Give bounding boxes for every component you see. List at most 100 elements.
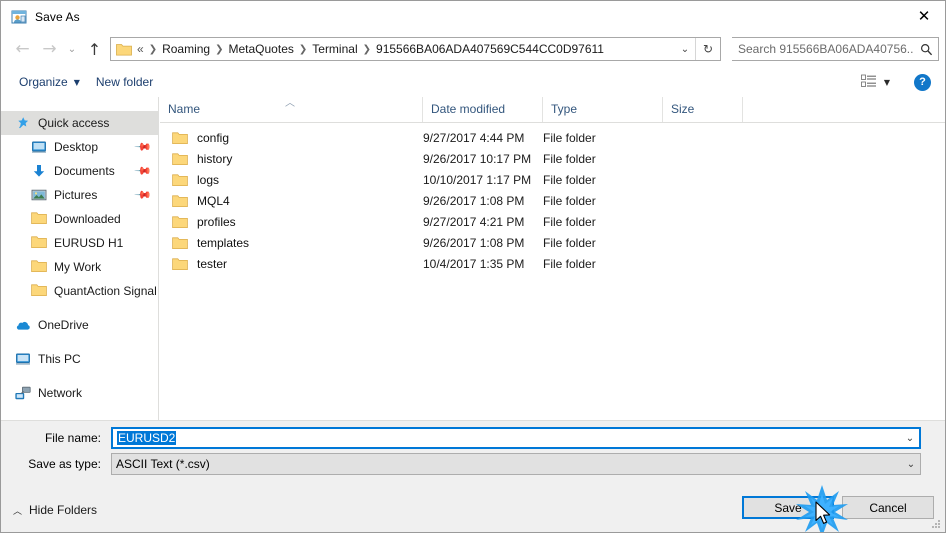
pictures-icon [31, 187, 47, 203]
organize-button[interactable]: Organize ▼ [11, 71, 88, 93]
file-date-modified: 9/26/2017 10:17 PM [423, 151, 532, 166]
file-date-modified: 10/4/2017 1:35 PM [423, 256, 525, 271]
close-icon: ✕ [917, 6, 931, 25]
file-type: File folder [543, 172, 596, 187]
breadcrumb-overflow[interactable]: « [134, 40, 148, 58]
search-box[interactable]: Search 915566BA06ADA40756... [732, 37, 939, 61]
breadcrumb-item-metaquotes[interactable]: MetaQuotes [225, 40, 298, 58]
close-button[interactable]: ✕ [901, 1, 945, 31]
up-one-level-icon[interactable]: ↑ [81, 37, 108, 63]
folder-icon [172, 194, 188, 208]
onedrive-icon [15, 317, 31, 333]
sidebar-item-label: QuantAction Signal [54, 284, 157, 298]
address-bar[interactable]: « ❯ Roaming ❯ MetaQuotes ❯ Terminal ❯ 91… [110, 37, 721, 61]
back-icon[interactable]: ← [9, 37, 36, 63]
sidebar-item-documents[interactable]: Documents 📌 [1, 159, 158, 183]
sidebar-item-this-pc[interactable]: This PC [1, 347, 158, 371]
desktop-icon [31, 139, 47, 155]
sidebar-item-pictures[interactable]: Pictures 📌 [1, 183, 158, 207]
save-button[interactable]: Save [742, 496, 834, 519]
sort-ascending-caret-icon: ︿ [285, 98, 295, 109]
table-row[interactable]: config 9/27/2017 4:44 PM File folder [160, 127, 945, 148]
save-as-window-icon [11, 9, 27, 25]
file-name-value: EURUSD2 [113, 431, 901, 445]
sidebar-item-label: Desktop [54, 140, 99, 154]
breadcrumb-item-roaming[interactable]: Roaming [158, 40, 214, 58]
save-as-type-row: Save as type: ASCII Text (*.csv) ⌄ [1, 453, 921, 475]
folder-icon [31, 235, 47, 251]
file-date-modified: 9/27/2017 4:44 PM [423, 130, 525, 145]
documents-icon [31, 163, 47, 179]
chevron-down-icon[interactable]: ⌄ [902, 459, 920, 470]
window-title: Save As [35, 9, 80, 24]
sidebar-item-onedrive[interactable]: OneDrive [1, 313, 158, 337]
file-name-input[interactable]: EURUSD2 ⌄ [111, 427, 921, 449]
save-button-label: Save [774, 500, 802, 515]
column-header-date-modified[interactable]: Date modified [423, 97, 543, 122]
sidebar-item-label: Quick access [38, 116, 110, 130]
pin-icon[interactable]: 📌 [134, 162, 153, 181]
sidebar-item-label: My Work [54, 260, 102, 274]
address-dropdown-chevron-down-icon[interactable]: ⌄ [675, 44, 695, 55]
hide-folders-button[interactable]: ︿ Hide Folders [13, 503, 97, 517]
command-bar-right: ▼ ? [857, 67, 945, 97]
forward-icon[interactable]: → [36, 37, 63, 63]
file-type: File folder [543, 256, 596, 271]
save-as-type-value: ASCII Text (*.csv) [116, 457, 210, 471]
folder-icon [172, 236, 188, 250]
sidebar-item-label: Pictures [54, 188, 98, 202]
file-name: logs [197, 172, 220, 187]
file-name-row: File name: EURUSD2 ⌄ [1, 427, 921, 449]
sidebar-item-quantaction-signal[interactable]: QuantAction Signal [1, 279, 158, 303]
column-header-size[interactable]: Size [663, 97, 743, 122]
chevron-down-icon[interactable]: ⌄ [901, 433, 919, 444]
sidebar-item-label: OneDrive [38, 318, 89, 332]
table-row[interactable]: MQL4 9/26/2017 1:08 PM File folder [160, 190, 945, 211]
sidebar-item-my-work[interactable]: My Work [1, 255, 158, 279]
folder-icon [31, 283, 47, 299]
breadcrumb-separator-icon: ❯ [148, 43, 158, 55]
table-row[interactable]: profiles 9/27/2017 4:21 PM File folder [160, 211, 945, 232]
search-input[interactable]: Search 915566BA06ADA40756... [732, 42, 914, 56]
sidebar-item-downloaded[interactable]: Downloaded [1, 207, 158, 231]
folder-icon [172, 215, 188, 229]
folder-icon [172, 131, 188, 145]
breadcrumb-item-terminal-id[interactable]: 915566BA06ADA407569C544CC0D97611 [372, 40, 608, 58]
sidebar-item-label: Network [38, 386, 83, 400]
sidebar-item-label: EURUSD H1 [54, 236, 124, 250]
breadcrumb-separator-icon: ❯ [362, 43, 372, 55]
breadcrumb-item-terminal[interactable]: Terminal [308, 40, 361, 58]
file-name-selected-text: EURUSD2 [117, 431, 177, 445]
column-header-type[interactable]: Type [543, 97, 663, 122]
table-row[interactable]: logs 10/10/2017 1:17 PM File folder [160, 169, 945, 190]
sidebar-item-label: Documents [54, 164, 115, 178]
help-button[interactable]: ? [914, 73, 931, 91]
column-header-name[interactable]: Name ︿ [160, 97, 423, 122]
file-name: tester [197, 256, 228, 271]
sidebar-item-quick-access[interactable]: Quick access [1, 111, 158, 135]
breadcrumb: « ❯ Roaming ❯ MetaQuotes ❯ Terminal ❯ 91… [134, 40, 675, 58]
star-pin-icon [15, 115, 31, 131]
file-name: history [197, 151, 233, 166]
folder-icon [116, 42, 132, 56]
chevron-down-icon: ▼ [883, 77, 890, 87]
new-folder-label: New folder [95, 75, 154, 89]
pin-icon[interactable]: 📌 [134, 186, 153, 205]
pin-icon[interactable]: 📌 [134, 138, 153, 157]
table-row[interactable]: history 9/26/2017 10:17 PM File folder [160, 148, 945, 169]
sidebar-item-desktop[interactable]: Desktop 📌 [1, 135, 158, 159]
chevron-up-icon: ︿ [13, 506, 23, 517]
recent-locations-chevron-down-icon[interactable]: ⌄ [63, 37, 81, 63]
folder-icon [172, 152, 188, 166]
command-bar: Organize ▼ New folder ▼ ? [1, 67, 945, 98]
refresh-icon[interactable]: ↻ [695, 38, 720, 60]
sidebar-item-eurusd-h1[interactable]: EURUSD H1 [1, 231, 158, 255]
cancel-button[interactable]: Cancel [842, 496, 934, 519]
sidebar-item-network[interactable]: Network [1, 381, 158, 405]
new-folder-button[interactable]: New folder [88, 71, 161, 93]
table-row[interactable]: templates 9/26/2017 1:08 PM File folder [160, 232, 945, 253]
save-as-type-select[interactable]: ASCII Text (*.csv) ⌄ [111, 453, 921, 475]
file-name: templates [197, 235, 250, 250]
change-view-button[interactable]: ▼ [857, 71, 894, 94]
table-row[interactable]: tester 10/4/2017 1:35 PM File folder [160, 253, 945, 274]
